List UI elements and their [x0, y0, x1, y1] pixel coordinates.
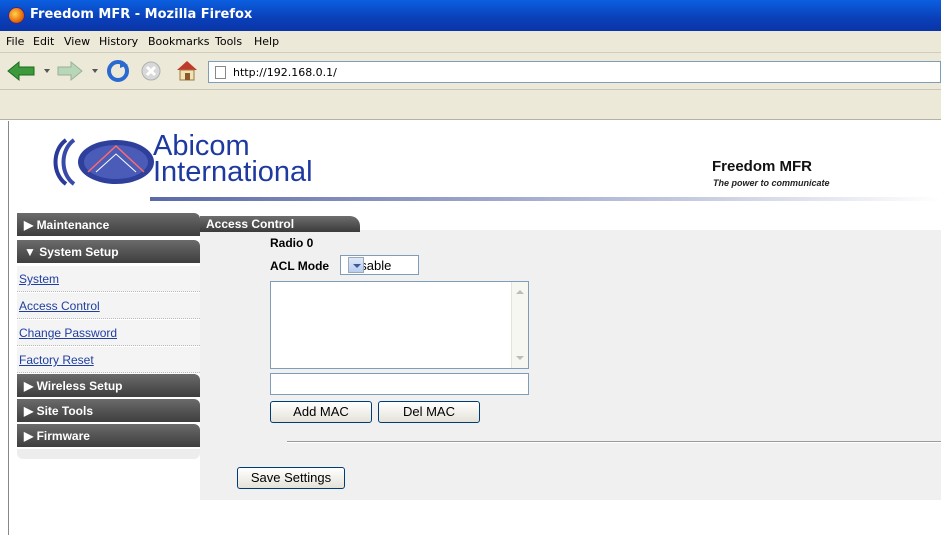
- menu-view[interactable]: View: [64, 35, 90, 48]
- sidebar-firmware[interactable]: ▶ Firmware: [17, 424, 200, 447]
- forward-arrow-icon[interactable]: [56, 60, 84, 82]
- reload-icon[interactable]: [106, 59, 130, 83]
- chevron-down-icon[interactable]: [348, 257, 364, 273]
- acl-mode-label: ACL Mode: [270, 259, 330, 273]
- sidebar-item-label: System: [19, 272, 60, 286]
- abicom-logo-icon: [53, 138, 154, 186]
- tab-label: Access Control: [206, 217, 295, 231]
- product-name: Freedom MFR: [712, 158, 813, 175]
- home-icon[interactable]: [174, 58, 200, 82]
- url-text: http://192.168.0.1/: [233, 66, 337, 79]
- back-history-dropdown-icon[interactable]: [44, 69, 50, 73]
- acl-mode-select[interactable]: Disable: [340, 255, 419, 275]
- sidebar-item-label: Factory Reset: [19, 353, 94, 367]
- sidebar-maintenance-label: ▶ Maintenance: [24, 218, 110, 232]
- page-icon: [215, 66, 226, 79]
- list-scrollbar[interactable]: [511, 282, 528, 368]
- del-mac-button[interactable]: Del MAC: [378, 401, 480, 423]
- scroll-down-icon[interactable]: [516, 356, 524, 360]
- mac-address-list[interactable]: [270, 281, 529, 369]
- sidebar-maintenance[interactable]: ▶ Maintenance: [17, 213, 200, 236]
- window-title: Freedom MFR - Mozilla Firefox: [30, 7, 253, 22]
- sidebar-site-tools[interactable]: ▶ Site Tools: [17, 399, 200, 422]
- sidebar-item-access-control[interactable]: Access Control: [17, 293, 200, 319]
- menu-file[interactable]: File: [6, 35, 24, 48]
- sidebar-footer: [17, 449, 200, 459]
- bookmarks-toolbar: [0, 90, 941, 120]
- menu-bookmarks[interactable]: Bookmarks: [148, 35, 209, 48]
- menu-edit[interactable]: Edit: [33, 35, 54, 48]
- forward-history-dropdown-icon[interactable]: [92, 69, 98, 73]
- brand-name-line2: International: [153, 156, 313, 188]
- sidebar-item-label: Change Password: [19, 326, 118, 340]
- menu-help[interactable]: Help: [254, 35, 279, 48]
- firefox-logo-icon: [8, 7, 25, 24]
- page-left-border: [8, 121, 9, 535]
- menu-bar: File Edit View History Bookmarks Tools H…: [0, 31, 941, 53]
- sidebar-system-setup[interactable]: ▼ System Setup: [17, 240, 200, 263]
- window-titlebar: Freedom MFR - Mozilla Firefox: [0, 0, 941, 31]
- sidebar-site-tools-label: ▶ Site Tools: [24, 404, 94, 418]
- sidebar-wireless-setup[interactable]: ▶ Wireless Setup: [17, 374, 200, 397]
- radio-label: Radio 0: [270, 236, 314, 250]
- menu-tools[interactable]: Tools: [215, 35, 242, 48]
- sidebar-item-factory-reset[interactable]: Factory Reset: [17, 347, 200, 373]
- header-divider: [150, 197, 940, 201]
- save-settings-button[interactable]: Save Settings: [237, 467, 345, 489]
- back-arrow-icon[interactable]: [6, 60, 36, 82]
- content-divider: [287, 441, 941, 443]
- navigation-toolbar: http://192.168.0.1/: [0, 53, 941, 90]
- sidebar-item-label: Access Control: [19, 299, 100, 313]
- stop-icon[interactable]: [140, 60, 162, 82]
- sidebar-item-system[interactable]: System: [17, 266, 200, 292]
- sidebar-item-change-password[interactable]: Change Password: [17, 320, 200, 346]
- mac-address-input[interactable]: [270, 373, 529, 395]
- sidebar-system-setup-label: ▼ System Setup: [24, 245, 119, 259]
- add-mac-button[interactable]: Add MAC: [270, 401, 372, 423]
- scroll-up-icon[interactable]: [516, 290, 524, 294]
- menu-history[interactable]: History: [99, 35, 138, 48]
- tab-access-control: Access Control: [200, 216, 360, 232]
- product-tagline: The power to communicate: [713, 178, 830, 188]
- sidebar-wireless-setup-label: ▶ Wireless Setup: [24, 379, 123, 393]
- url-bar[interactable]: http://192.168.0.1/: [208, 61, 941, 83]
- sidebar-firmware-label: ▶ Firmware: [24, 429, 90, 443]
